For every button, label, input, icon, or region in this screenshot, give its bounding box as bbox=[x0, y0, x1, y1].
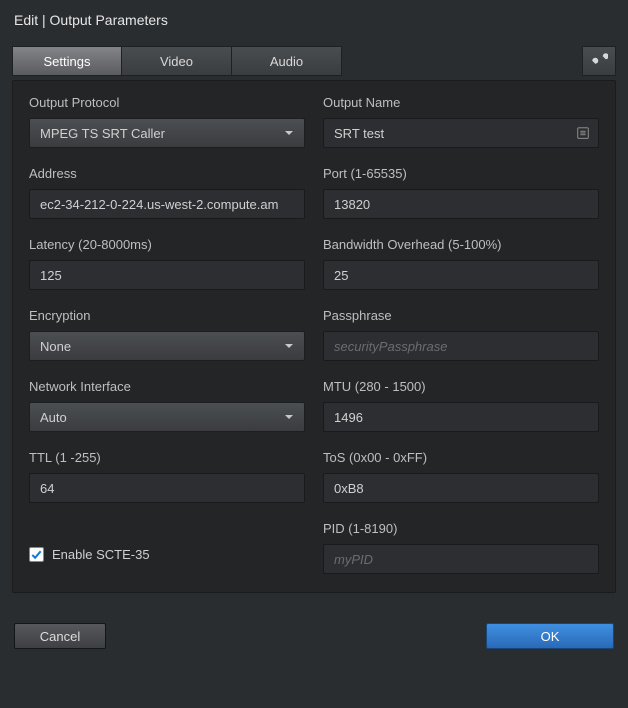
input-bandwidth-wrap[interactable] bbox=[323, 260, 599, 290]
input-port[interactable] bbox=[334, 197, 588, 212]
label-bandwidth: Bandwidth Overhead (5-100%) bbox=[323, 237, 599, 252]
select-output-protocol-value: MPEG TS SRT Caller bbox=[40, 126, 165, 141]
field-encryption: Encryption None bbox=[29, 298, 305, 361]
label-tos: ToS (0x00 - 0xFF) bbox=[323, 450, 599, 465]
field-latency: Latency (20-8000ms) bbox=[29, 227, 305, 290]
field-network-interface: Network Interface Auto bbox=[29, 369, 305, 432]
cancel-button-label: Cancel bbox=[40, 629, 80, 644]
list-icon[interactable] bbox=[576, 126, 590, 140]
ok-button-label: OK bbox=[541, 629, 560, 644]
settings-panel: Output Protocol MPEG TS SRT Caller Outpu… bbox=[12, 80, 616, 593]
tab-video-label: Video bbox=[160, 54, 193, 69]
input-output-name-wrap[interactable] bbox=[323, 118, 599, 148]
input-latency-wrap[interactable] bbox=[29, 260, 305, 290]
select-network-interface-value: Auto bbox=[40, 410, 67, 425]
tab-audio[interactable]: Audio bbox=[232, 46, 342, 76]
tab-settings-label: Settings bbox=[44, 54, 91, 69]
input-tos[interactable] bbox=[334, 481, 588, 496]
input-ttl[interactable] bbox=[40, 481, 294, 496]
field-address: Address bbox=[29, 156, 305, 219]
select-encryption-value: None bbox=[40, 339, 71, 354]
label-encryption: Encryption bbox=[29, 308, 305, 323]
field-ttl: TTL (1 -255) bbox=[29, 440, 305, 503]
input-bandwidth[interactable] bbox=[334, 268, 588, 283]
tab-video[interactable]: Video bbox=[122, 46, 232, 76]
window-title: Edit | Output Parameters bbox=[14, 12, 168, 28]
label-output-protocol: Output Protocol bbox=[29, 95, 305, 110]
input-mtu-wrap[interactable] bbox=[323, 402, 599, 432]
field-bandwidth: Bandwidth Overhead (5-100%) bbox=[323, 227, 599, 290]
field-tos: ToS (0x00 - 0xFF) bbox=[323, 440, 599, 503]
field-mtu: MTU (280 - 1500) bbox=[323, 369, 599, 432]
tools-icon bbox=[590, 51, 608, 72]
input-pid[interactable] bbox=[334, 552, 588, 567]
input-mtu[interactable] bbox=[334, 410, 588, 425]
cancel-button[interactable]: Cancel bbox=[14, 623, 106, 649]
input-port-wrap[interactable] bbox=[323, 189, 599, 219]
label-port: Port (1-65535) bbox=[323, 166, 599, 181]
label-latency: Latency (20-8000ms) bbox=[29, 237, 305, 252]
label-address: Address bbox=[29, 166, 305, 181]
input-latency[interactable] bbox=[40, 268, 294, 283]
input-address[interactable] bbox=[40, 197, 294, 212]
settings-grid: Output Protocol MPEG TS SRT Caller Outpu… bbox=[29, 95, 599, 574]
label-network-interface: Network Interface bbox=[29, 379, 305, 394]
chevron-down-icon bbox=[284, 126, 294, 141]
field-passphrase: Passphrase bbox=[323, 298, 599, 361]
field-output-name: Output Name bbox=[323, 95, 599, 148]
input-passphrase-wrap[interactable] bbox=[323, 331, 599, 361]
select-network-interface[interactable]: Auto bbox=[29, 402, 305, 432]
title-bar: Edit | Output Parameters bbox=[0, 0, 628, 40]
field-pid: PID (1-8190) bbox=[323, 511, 599, 574]
input-tos-wrap[interactable] bbox=[323, 473, 599, 503]
input-pid-wrap[interactable] bbox=[323, 544, 599, 574]
label-output-name: Output Name bbox=[323, 95, 599, 110]
tab-audio-label: Audio bbox=[270, 54, 303, 69]
tab-settings[interactable]: Settings bbox=[12, 46, 122, 76]
chevron-down-icon bbox=[284, 339, 294, 354]
footer: Cancel OK bbox=[0, 613, 628, 663]
ok-button[interactable]: OK bbox=[486, 623, 614, 649]
input-ttl-wrap[interactable] bbox=[29, 473, 305, 503]
field-output-protocol: Output Protocol MPEG TS SRT Caller bbox=[29, 95, 305, 148]
checkbox-scte35-row: Enable SCTE-35 bbox=[29, 539, 305, 569]
field-port: Port (1-65535) bbox=[323, 156, 599, 219]
label-ttl: TTL (1 -255) bbox=[29, 450, 305, 465]
label-mtu: MTU (280 - 1500) bbox=[323, 379, 599, 394]
input-output-name[interactable] bbox=[334, 126, 588, 141]
chevron-down-icon bbox=[284, 410, 294, 425]
input-address-wrap[interactable] bbox=[29, 189, 305, 219]
select-encryption[interactable]: None bbox=[29, 331, 305, 361]
tab-row: Settings Video Audio bbox=[0, 46, 628, 76]
label-pid: PID (1-8190) bbox=[323, 521, 599, 536]
select-output-protocol[interactable]: MPEG TS SRT Caller bbox=[29, 118, 305, 148]
field-scte35: Enable SCTE-35 bbox=[29, 511, 305, 574]
label-scte35: Enable SCTE-35 bbox=[52, 547, 150, 562]
tools-button[interactable] bbox=[582, 46, 616, 76]
input-passphrase[interactable] bbox=[334, 339, 588, 354]
checkbox-scte35[interactable] bbox=[29, 547, 44, 562]
label-passphrase: Passphrase bbox=[323, 308, 599, 323]
